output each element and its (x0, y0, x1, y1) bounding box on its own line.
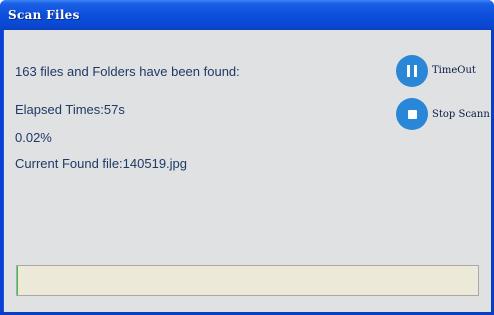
stop-scan-label[interactable]: Stop Scann (432, 109, 490, 120)
title-bar[interactable]: Scan Files (0, 0, 494, 30)
scan-progress-bar (16, 265, 479, 296)
client-area: 163 files and Folders have been found: E… (3, 30, 492, 312)
files-found-text: 163 files and Folders have been found: (15, 64, 240, 79)
current-file-text: Current Found file:140519.jpg (15, 156, 188, 171)
window-title: Scan Files (8, 8, 80, 22)
stop-icon (408, 110, 417, 119)
elapsed-time-text: Elapsed Times:57s (15, 102, 125, 117)
progress-percent-text: 0.02% (15, 130, 52, 145)
timeout-button[interactable] (396, 55, 428, 87)
scan-files-window: Scan Files 163 files and Folders have be… (0, 0, 494, 315)
stop-scan-button[interactable] (396, 98, 428, 130)
timeout-label[interactable]: TimeOut (432, 65, 476, 76)
